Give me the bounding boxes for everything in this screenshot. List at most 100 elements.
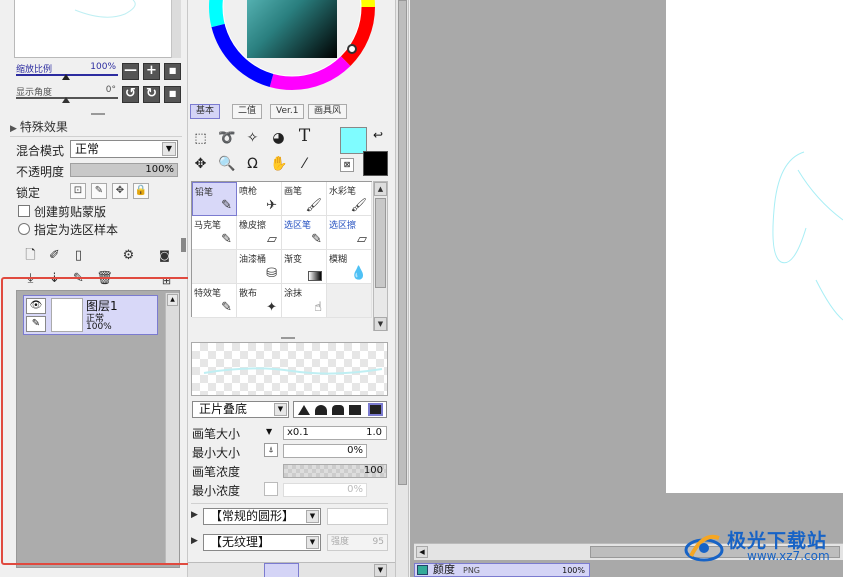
opacity-slider[interactable]: 100% (70, 163, 178, 177)
panel-divider-grip[interactable] (281, 337, 295, 339)
shape-medium-icon[interactable] (315, 405, 327, 415)
brush-cell[interactable]: 油漆桶 ⛁ (237, 250, 282, 284)
navigator-scrollbar[interactable] (171, 0, 181, 58)
lock-paint-icon[interactable]: ✎ (91, 183, 107, 199)
brush-cell[interactable]: 橡皮擦 ▱ (237, 216, 282, 250)
new-layer-icon[interactable]: 🗋 (22, 247, 39, 264)
effects-header[interactable]: ▶ 特殊效果 (10, 118, 68, 135)
color-wheel[interactable] (207, 0, 377, 92)
select-pen-icon: ✎ (311, 232, 322, 247)
texture-select[interactable]: 【无纹理】 ▼ (203, 534, 321, 551)
transparent-color-icon[interactable]: ⊠ (340, 158, 354, 172)
zoom-icon[interactable]: 🔍 (218, 156, 235, 173)
brush-cell[interactable]: 马克笔 ✎ (192, 216, 237, 250)
brush-cell[interactable]: 画笔 🖌 (282, 182, 327, 216)
tab-ver1[interactable]: Ver.1 (270, 104, 305, 119)
lasso-icon[interactable]: ➰ (218, 130, 235, 147)
select-pen-icon[interactable]: ◕ (270, 130, 287, 147)
brush-label: 模糊 (329, 255, 348, 265)
min-size-field[interactable]: 0% (283, 444, 367, 458)
magic-wand-icon[interactable]: ✧ (244, 130, 261, 147)
new-folder-icon[interactable]: ▯ (70, 247, 87, 264)
brush-size-field[interactable]: x0.1 1.0 (283, 426, 387, 440)
scroll-left-icon[interactable]: ◀ (416, 546, 428, 558)
lock-transparency-icon[interactable]: ⊡ (70, 183, 86, 199)
zoom-out-button[interactable]: — (122, 63, 139, 80)
brush-cell-empty[interactable] (327, 284, 372, 318)
selection-source-radio[interactable] (18, 223, 30, 235)
brush-cell[interactable]: 模糊 💧 (327, 250, 372, 284)
brush-cell[interactable]: 散布 ✦ (237, 284, 282, 318)
tab-basic[interactable]: 基本 (190, 104, 221, 119)
texture-strength-field[interactable]: 强度 95 (327, 534, 388, 551)
shape-soft-icon[interactable] (332, 405, 344, 415)
scroll-down-icon[interactable]: ▼ (374, 317, 387, 331)
brush-cell[interactable]: 选区笔 ✎ (282, 216, 327, 250)
brush-cell[interactable]: 水彩笔 🖌 (327, 182, 372, 216)
brush-scrollbar[interactable]: ▲ ▼ (373, 181, 388, 331)
shape-hard-icon[interactable] (298, 405, 310, 415)
eyedropper-icon[interactable]: ⁄ (296, 156, 313, 173)
blend-edge-select[interactable]: 正片叠底 ▼ (192, 401, 289, 418)
rotate-right-button[interactable]: ↻ (143, 86, 160, 103)
rotate-left-button[interactable]: ↺ (122, 86, 139, 103)
brush-cell[interactable]: 渐变 (282, 250, 327, 284)
canvas-area[interactable] (410, 0, 843, 577)
brush-shape-strength[interactable] (327, 508, 388, 525)
scroll-down-icon[interactable]: ▼ (374, 564, 387, 577)
text-icon[interactable]: T (296, 128, 313, 145)
brush-cell[interactable]: 特效笔 ✎ (192, 284, 237, 318)
new-linework-layer-icon[interactable]: ✐ (46, 247, 63, 264)
brush-density-field[interactable]: 100 (283, 464, 387, 478)
file-tab[interactable]: 颜度 PNG 100% (414, 563, 590, 577)
panel-divider-grip[interactable] (91, 113, 105, 115)
watercolor-icon: 🖌 (350, 198, 367, 213)
brush-size-presets[interactable]: ▼ (188, 562, 395, 577)
zoom-reset-button[interactable]: ■ (164, 63, 181, 80)
rotate-reset-button[interactable]: ■ (164, 86, 181, 103)
swap-colors-icon[interactable]: ↩ (373, 128, 383, 142)
expand-triangle-icon[interactable]: ▶ (191, 510, 198, 520)
select-rect-icon[interactable]: ⬚ (192, 130, 209, 147)
brush-shape-select[interactable]: 【常规的圆形】 ▼ (203, 508, 321, 525)
tool-panel-scrollbar[interactable] (395, 0, 409, 577)
zoom-in-button[interactable]: + (143, 63, 160, 80)
rotate-icon[interactable]: Ω (244, 156, 261, 173)
blend-mode-select[interactable]: 正常 ▼ (70, 140, 178, 158)
density-pressure-checkbox[interactable] (264, 482, 278, 496)
move-icon[interactable]: ✥ (192, 156, 209, 173)
clipping-mask-checkbox[interactable] (18, 205, 30, 217)
pressure-icon[interactable]: ⍋ (264, 443, 278, 457)
brush-cell[interactable]: 喷枪 ✈ (237, 182, 282, 216)
scroll-thumb[interactable] (375, 198, 386, 288)
tab-painter-style[interactable]: 画具风 (308, 104, 348, 119)
hand-icon[interactable]: ✋ (270, 156, 287, 173)
rotate-slider[interactable]: 显示角度 0° (16, 85, 118, 103)
brush-shape-selector[interactable] (293, 401, 387, 418)
sub-color-swatch[interactable] (363, 151, 388, 176)
brush-cell[interactable]: 铅笔 ✎ (192, 182, 237, 216)
layer-mask-icon[interactable]: ◙ (156, 247, 173, 264)
shape-flat-icon[interactable] (349, 405, 361, 415)
brush-label: 喷枪 (239, 187, 258, 197)
brush-cell[interactable]: 选区擦 ▱ (327, 216, 372, 250)
preset-selected[interactable] (264, 563, 299, 577)
lock-all-icon[interactable]: 🔒 (133, 183, 149, 199)
zoom-slider[interactable]: 缩放比例 100% (16, 62, 118, 80)
brush-cell[interactable]: 涂抹 ☝ (282, 284, 327, 318)
canvas-paper[interactable] (666, 0, 843, 493)
blend-mode-value: 正常 (75, 142, 100, 156)
lock-move-icon[interactable]: ✥ (112, 183, 128, 199)
min-density-field[interactable]: 0% (283, 483, 367, 497)
layer-options-icon[interactable]: ⚙ (120, 247, 137, 264)
tab-binary[interactable]: 二值 (232, 104, 263, 119)
scroll-thumb[interactable] (398, 0, 407, 485)
panel-scroll-thumb[interactable] (181, 238, 186, 252)
expand-triangle-icon[interactable]: ▶ (191, 536, 198, 546)
brush-cell-empty[interactable] (192, 250, 237, 284)
shape-square-icon[interactable] (368, 403, 383, 416)
chevron-down-icon[interactable]: ▼ (266, 427, 272, 436)
scroll-up-icon[interactable]: ▲ (374, 182, 387, 196)
main-color-swatch[interactable] (340, 127, 367, 154)
navigator-preview[interactable] (14, 0, 180, 58)
